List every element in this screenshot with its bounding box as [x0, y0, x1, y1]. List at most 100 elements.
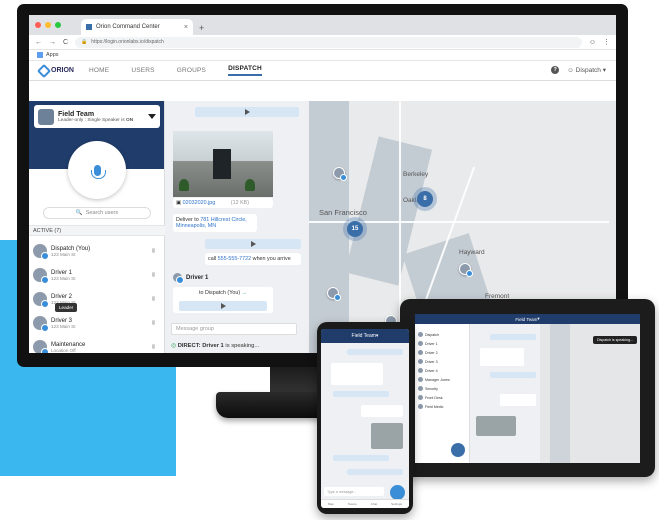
audio-message[interactable] — [347, 349, 403, 355]
user-row[interactable]: Maintenance Location Off — [29, 335, 165, 353]
chat-photo[interactable] — [476, 416, 516, 436]
nav-groups[interactable]: GROUPS — [177, 67, 206, 74]
microphone-icon[interactable] — [152, 248, 155, 253]
play-icon[interactable] — [250, 241, 256, 247]
phone-link[interactable]: 555-555-7722 — [218, 256, 252, 262]
map-user-pin[interactable] — [327, 287, 341, 301]
help-icon[interactable]: ? — [551, 66, 560, 74]
list-item-label: Front Desk — [425, 395, 443, 400]
back-icon[interactable]: ← — [35, 39, 42, 46]
avatar — [33, 340, 49, 353]
avatar — [33, 292, 49, 308]
nav-users[interactable]: USERS — [131, 67, 154, 74]
minimize-window-icon[interactable] — [45, 22, 51, 28]
maximize-window-icon[interactable] — [55, 22, 61, 28]
list-item[interactable]: Driver 1 — [415, 339, 469, 348]
attachment-filename[interactable]: 02032020.jpg — [183, 200, 216, 206]
tab-close-icon[interactable]: × — [184, 24, 188, 31]
audio-message[interactable] — [195, 107, 299, 117]
map-cluster[interactable]: 8 — [417, 191, 433, 207]
url-text: https://login.orionlabs.io/dispatch — [91, 39, 164, 45]
map-water — [309, 101, 349, 353]
team-name: Field Team — [58, 110, 95, 118]
team-avatar — [38, 108, 54, 125]
forward-icon[interactable]: → — [49, 39, 56, 46]
tab-chat[interactable]: Chat — [371, 502, 377, 506]
window-controls — [35, 22, 61, 28]
direct-to-row: to Dispatch (You) → — [173, 287, 273, 296]
user-row[interactable]: Driver 1 123 Main St — [29, 263, 165, 287]
orion-logo[interactable]: ORION — [36, 63, 89, 78]
avatar — [418, 359, 423, 364]
phone-tab-bar: Map Teams Chat Settings — [321, 499, 409, 508]
audio-message[interactable] — [490, 334, 536, 340]
tablet-body: Dispatch Driver 1 Driver 2 Driver 3 Driv… — [415, 324, 640, 463]
tab-map[interactable]: Map — [328, 502, 334, 506]
image-file-icon: ▣ — [176, 200, 183, 206]
play-icon[interactable] — [220, 303, 226, 309]
user-row[interactable]: Driver 2 123 Main St Leader — [29, 287, 165, 312]
delivery-photo[interactable] — [173, 131, 273, 197]
list-item[interactable]: Driver 3 — [415, 357, 469, 366]
nav-dispatch[interactable]: DISPATCH — [228, 65, 262, 76]
chat-message — [361, 405, 403, 417]
browser-tab[interactable]: Orion Command Center × — [81, 19, 193, 35]
chat-message — [480, 348, 524, 366]
microphone-icon[interactable] — [152, 344, 155, 349]
nav-home[interactable]: HOME — [89, 67, 109, 74]
audio-message[interactable] — [490, 372, 536, 378]
list-item[interactable]: Manager Jones — [415, 375, 469, 384]
user-row[interactable]: Driver 3 123 Main St — [29, 311, 165, 335]
search-users-input[interactable]: 🔍 Search users — [43, 207, 151, 219]
list-item[interactable]: Security — [415, 384, 469, 393]
tablet-push-to-talk[interactable] — [451, 443, 465, 457]
play-icon[interactable] — [244, 109, 250, 115]
reload-icon[interactable]: C — [63, 39, 68, 46]
audio-message[interactable] — [333, 391, 389, 397]
map-cluster[interactable]: 15 — [347, 221, 363, 237]
direct-audio-message[interactable]: to Dispatch (You) → — [173, 287, 273, 313]
tablet-map[interactable]: Dispatch is speaking... — [540, 324, 640, 463]
sender-name: Driver 1 — [186, 274, 209, 281]
chat-photo[interactable] — [371, 423, 403, 449]
browser-menu-icon[interactable]: ⋮ — [603, 38, 610, 46]
user-menu[interactable]: ☺ Dispatch ▾ — [567, 66, 606, 74]
phone-push-to-talk[interactable] — [390, 485, 405, 500]
tablet-device: Field Team ▾ Dispatch Driver 1 Driver 2 … — [400, 299, 655, 477]
team-selector[interactable]: Field Team Leader-only : Single Speaker … — [34, 105, 160, 128]
url-field[interactable]: 🔒 https://login.orionlabs.io/dispatch — [75, 36, 582, 48]
list-item[interactable]: Field Medic — [415, 402, 469, 411]
tab-teams[interactable]: Teams — [348, 502, 357, 506]
audio-message[interactable] — [347, 469, 403, 475]
close-window-icon[interactable] — [35, 22, 41, 28]
microphone-icon[interactable] — [152, 320, 155, 325]
user-location: 123 Main St — [51, 323, 76, 329]
bookmark-apps[interactable]: Apps — [46, 52, 59, 58]
avatar — [418, 386, 423, 391]
audio-message[interactable] — [205, 239, 301, 249]
new-tab-button[interactable]: + — [199, 23, 204, 33]
phone-message-input[interactable]: Type a message... — [324, 487, 384, 496]
microphone-icon[interactable] — [152, 296, 155, 301]
attachment-caption[interactable]: ▣ 02032020.jpg (12 KB) — [173, 198, 273, 208]
photo-plant — [245, 179, 255, 191]
user-row[interactable]: Dispatch (You) 123 Main St — [29, 239, 165, 263]
audio-bar[interactable] — [179, 301, 267, 311]
audio-message[interactable] — [333, 455, 389, 461]
extension-icon[interactable]: ☺ — [589, 39, 596, 46]
message-group-input[interactable]: Message group⌕ — [171, 323, 297, 335]
list-item[interactable]: Driver 2 — [415, 348, 469, 357]
tab-settings[interactable]: Settings — [391, 502, 402, 506]
call-message: call 555-555-7722 when you arrive — [205, 253, 301, 265]
chat-message — [331, 363, 383, 385]
list-item-label: Field Medic — [425, 404, 444, 409]
avatar — [418, 332, 423, 337]
map-user-pin[interactable] — [333, 167, 347, 181]
list-item[interactable]: Front Desk — [415, 393, 469, 402]
apps-grid-icon[interactable] — [37, 52, 43, 58]
list-item[interactable]: Dispatch — [415, 330, 469, 339]
list-item[interactable]: Driver 4 — [415, 366, 469, 375]
push-to-talk-button[interactable] — [68, 141, 126, 199]
map-user-pin[interactable] — [459, 263, 473, 277]
microphone-icon[interactable] — [152, 272, 155, 277]
